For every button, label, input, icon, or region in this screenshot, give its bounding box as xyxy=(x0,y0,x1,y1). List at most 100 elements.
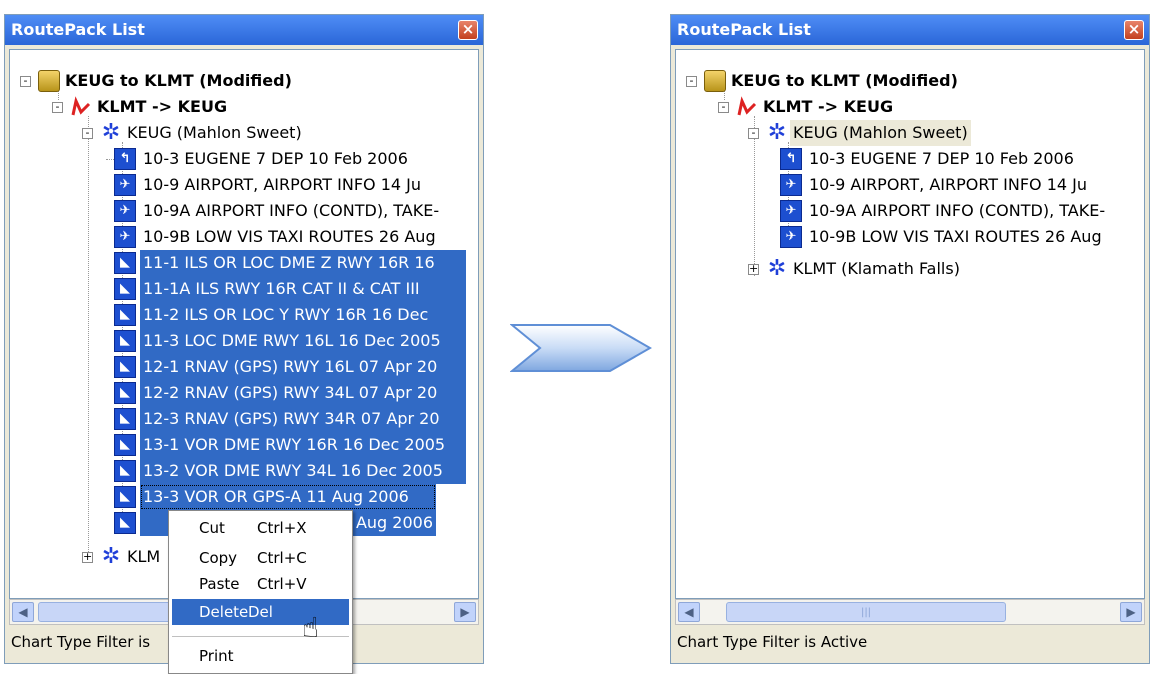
chart-item[interactable]: ✈ 10-9B LOW VIS TAXI ROUTES 26 Aug xyxy=(114,224,478,250)
tree-item-airport-keug[interactable]: - ✲ KEUG (Mahlon Sweet) xyxy=(748,120,1138,146)
tree-item-airport-klmt[interactable]: + ✲ KLM xyxy=(82,544,182,570)
chart-label: 11-2 ILS OR LOC Y RWY 16R 16 Dec xyxy=(140,302,466,328)
menu-separator xyxy=(172,636,349,637)
chart-item-selected[interactable]: ◣ 11-2 ILS OR LOC Y RWY 16R 16 Dec xyxy=(114,302,478,328)
routepack-list-panel-after: RoutePack List × - KEUG to KLMT (Modifie… xyxy=(670,14,1150,664)
menu-label: Paste xyxy=(199,575,240,593)
menu-item-cut[interactable]: Cut Ctrl+X xyxy=(172,515,349,541)
expand-toggle[interactable]: + xyxy=(748,263,759,275)
scroll-grip-icon: ||| xyxy=(860,607,872,618)
panel-title: RoutePack List xyxy=(677,20,811,39)
close-icon[interactable]: × xyxy=(1124,20,1144,40)
menu-shortcut: Ctrl+C xyxy=(257,549,307,567)
route-icon xyxy=(736,96,758,118)
scroll-left-icon[interactable]: ◀ xyxy=(12,602,34,622)
chart-item-selected[interactable]: ◣ 11-1A ILS RWY 16R CAT II & CAT III xyxy=(114,276,478,302)
approach-chart-icon: ◣ xyxy=(114,356,136,378)
approach-chart-icon: ◣ xyxy=(114,460,136,482)
menu-shortcut: Ctrl+X xyxy=(257,519,307,537)
approach-chart-icon: ◣ xyxy=(114,278,136,300)
collapse-toggle[interactable]: - xyxy=(686,75,697,87)
title-bar: RoutePack List × xyxy=(5,15,483,45)
gear-icon: ✲ xyxy=(767,120,787,145)
chart-item-selected[interactable]: ◣ 12-2 RNAV (GPS) RWY 34L 07 Apr 20 xyxy=(114,380,478,406)
collapse-toggle[interactable]: - xyxy=(20,75,31,87)
horizontal-scrollbar[interactable]: ◀ ||| ▶ xyxy=(675,599,1145,625)
chart-item-selected[interactable]: ◣ 11-1 ILS OR LOC DME Z RWY 16R 16 xyxy=(114,250,478,276)
tree-item-route[interactable]: - KLMT -> KEUG xyxy=(718,94,1138,120)
transition-arrow-icon xyxy=(510,324,653,372)
collapse-toggle[interactable]: - xyxy=(52,101,63,113)
collapse-toggle[interactable]: - xyxy=(718,101,729,113)
scroll-right-icon[interactable]: ▶ xyxy=(454,602,476,622)
chart-label: 11-1 ILS OR LOC DME Z RWY 16R 16 xyxy=(140,250,466,276)
route-label: KLMT -> KEUG xyxy=(97,97,228,116)
route-icon xyxy=(70,96,92,118)
scroll-right-icon[interactable]: ▶ xyxy=(1120,602,1142,622)
chart-item-selected[interactable]: ◣ 12-3 RNAV (GPS) RWY 34R 07 Apr 20 xyxy=(114,406,478,432)
menu-item-delete[interactable]: Delete Del xyxy=(172,599,349,625)
scroll-thumb[interactable]: ||| xyxy=(726,602,1006,622)
chart-label: 13-1 VOR DME RWY 16R 16 Dec 2005 xyxy=(140,432,466,458)
chart-label: 12-1 RNAV (GPS) RWY 16L 07 Apr 20 xyxy=(140,354,466,380)
close-icon[interactable]: × xyxy=(458,20,478,40)
chart-label: 10-3 EUGENE 7 DEP 10 Feb 2006 xyxy=(143,149,408,168)
tree-line xyxy=(88,128,89,558)
menu-item-copy[interactable]: Copy Ctrl+C xyxy=(172,545,349,571)
departure-chart-icon: ↰ xyxy=(780,148,802,170)
chart-item[interactable]: ✈ 10-9A AIRPORT INFO (CONTD), TAKE- xyxy=(780,198,1144,224)
status-text: Chart Type Filter is Active xyxy=(677,633,868,651)
menu-label: Print xyxy=(199,647,234,665)
chart-item-selected[interactable]: ◣ 13-2 VOR DME RWY 34L 16 Dec 2005 xyxy=(114,458,478,484)
airport-label: KEUG (Mahlon Sweet) xyxy=(790,120,971,146)
tree-item-airport-keug[interactable]: - ✲ KEUG (Mahlon Sweet) xyxy=(82,120,472,146)
context-menu: Cut Ctrl+X Copy Ctrl+C Paste Ctrl+V Dele… xyxy=(168,510,353,674)
airport-label: KLMT (Klamath Falls) xyxy=(793,259,960,278)
routepack-icon xyxy=(38,70,60,92)
chart-item[interactable]: ↰ 10-3 EUGENE 7 DEP 10 Feb 2006 xyxy=(106,146,478,172)
chart-item-focused[interactable]: ◣ 13-3 VOR OR GPS-A 11 Aug 2006 xyxy=(114,484,478,510)
chart-label: 12-3 RNAV (GPS) RWY 34R 07 Apr 20 xyxy=(140,406,466,432)
chart-item-selected[interactable]: ◣ 11-3 LOC DME RWY 16L 16 Dec 2005 xyxy=(114,328,478,354)
expand-toggle[interactable]: + xyxy=(82,551,93,563)
chart-item-selected[interactable]: ◣ 13-1 VOR DME RWY 16R 16 Dec 2005 xyxy=(114,432,478,458)
chart-item[interactable]: ✈ 10-9B LOW VIS TAXI ROUTES 26 Aug xyxy=(780,224,1144,250)
collapse-toggle[interactable]: - xyxy=(748,127,759,139)
chart-item-selected[interactable]: ◣ 12-1 RNAV (GPS) RWY 16L 07 Apr 20 xyxy=(114,354,478,380)
departure-chart-icon: ↰ xyxy=(114,148,136,170)
routepack-tree[interactable]: - KEUG to KLMT (Modified) - KLMT -> KEUG… xyxy=(675,49,1145,599)
status-text: Chart Type Filter is xyxy=(11,633,151,651)
chart-label: 10-9 AIRPORT, AIRPORT INFO 14 Ju xyxy=(143,175,422,194)
chart-label: 13-2 VOR DME RWY 34L 16 Dec 2005 xyxy=(140,458,466,484)
tree-item-airport-klmt[interactable]: + ✲ KLMT (Klamath Falls) xyxy=(748,256,1138,282)
menu-item-paste[interactable]: Paste Ctrl+V xyxy=(172,571,349,597)
menu-shortcut: Ctrl+V xyxy=(257,575,307,593)
chart-item[interactable]: ✈ 10-9 AIRPORT, AIRPORT INFO 14 Ju xyxy=(780,172,1144,198)
chart-label: 11-3 LOC DME RWY 16L 16 Dec 2005 xyxy=(140,328,466,354)
menu-label: Copy xyxy=(199,549,238,567)
airport-label: KLM xyxy=(127,547,161,566)
menu-shortcut: Del xyxy=(248,603,273,621)
routepack-icon xyxy=(704,70,726,92)
approach-chart-icon: ◣ xyxy=(114,304,136,326)
chart-label: 10-9 AIRPORT, AIRPORT INFO 14 Ju xyxy=(809,175,1088,194)
tree-item-route[interactable]: - KLMT -> KEUG xyxy=(52,94,472,120)
menu-item-print[interactable]: Print xyxy=(172,643,349,669)
chart-item[interactable]: ↰ 10-3 EUGENE 7 DEP 10 Feb 2006 xyxy=(780,146,1144,172)
tree-item-routepack[interactable]: - KEUG to KLMT (Modified) xyxy=(686,68,1144,94)
scroll-left-icon[interactable]: ◀ xyxy=(678,602,700,622)
chart-item[interactable]: ✈ 10-9A AIRPORT INFO (CONTD), TAKE- xyxy=(114,198,478,224)
airport-label: KEUG (Mahlon Sweet) xyxy=(127,123,302,142)
approach-chart-icon: ◣ xyxy=(114,512,136,534)
tree-line xyxy=(106,159,114,160)
gear-icon: ✲ xyxy=(101,120,121,145)
menu-label: Delete xyxy=(199,603,249,621)
chart-item[interactable]: ✈ 10-9 AIRPORT, AIRPORT INFO 14 Ju xyxy=(114,172,478,198)
chart-label: 10-9A AIRPORT INFO (CONTD), TAKE- xyxy=(809,201,1106,220)
collapse-toggle[interactable]: - xyxy=(82,127,93,139)
tree-item-routepack[interactable]: - KEUG to KLMT (Modified) xyxy=(20,68,478,94)
gear-icon: ✲ xyxy=(767,256,787,281)
menu-label: Cut xyxy=(199,519,225,537)
airport-chart-icon: ✈ xyxy=(114,200,136,222)
routepack-label: KEUG to KLMT (Modified) xyxy=(731,71,958,90)
